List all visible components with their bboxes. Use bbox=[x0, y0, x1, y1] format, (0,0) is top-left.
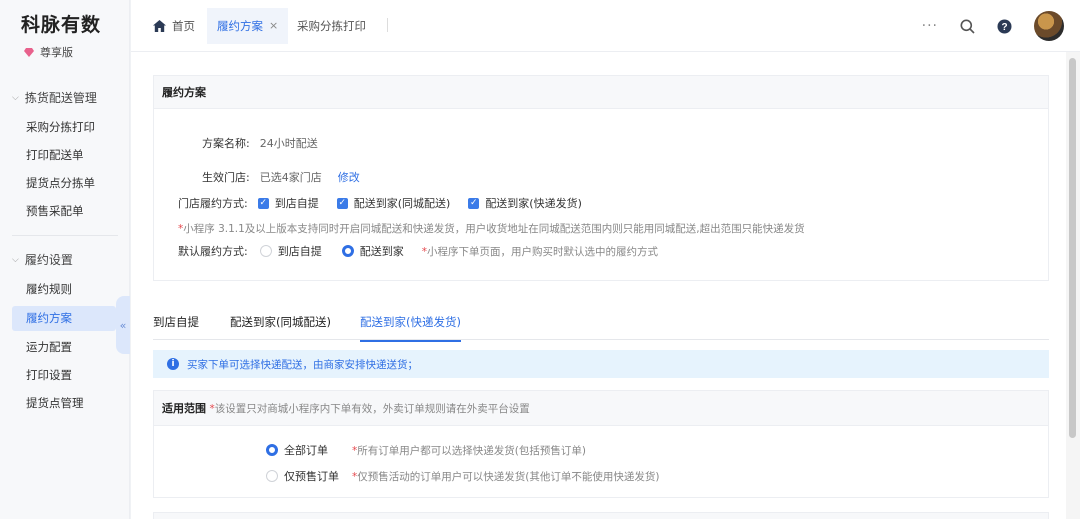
radio-unchecked-icon bbox=[259, 245, 272, 257]
scope-option-all: 全部订单 *所有订单用户都可以选择快递发货(包括预售订单) bbox=[266, 442, 586, 458]
checkbox-label: 配送到家(快递发货) bbox=[485, 197, 582, 210]
radio-unchecked-icon bbox=[266, 470, 278, 482]
default-method-label: 默认履约方式: bbox=[178, 245, 248, 258]
sidebar-item-print-delivery[interactable]: 打印配送单 bbox=[12, 143, 116, 168]
svg-text:?: ? bbox=[1001, 22, 1007, 33]
help-icon[interactable]: ? bbox=[997, 19, 1012, 34]
nav-divider bbox=[12, 235, 118, 236]
scope-title-note: *该设置只对商城小程序内下单有效，外卖订单规则请在外卖平台设置 bbox=[209, 403, 530, 415]
scrollbar[interactable] bbox=[1066, 52, 1080, 519]
scope-title: 适用范围 bbox=[162, 402, 206, 415]
default-method-row: 默认履约方式: 到店自提 配送到家 *小程序下单页面，用户购买时默认选中的履约方… bbox=[178, 243, 658, 259]
nav-group-label: 拣货配送管理 bbox=[24, 91, 97, 105]
checkbox-checked-icon: ✓ bbox=[336, 197, 348, 209]
plan-name-row: 方案名称: 24小时配送 bbox=[202, 135, 318, 151]
plan-card: 履约方案 方案名称: 24小时配送 生效门店: 已选4家门店 修改 门店履约方式… bbox=[153, 75, 1049, 281]
default-radio-pickup[interactable]: 到店自提 bbox=[259, 243, 322, 259]
plan-name-label: 方案名称: bbox=[202, 137, 250, 150]
scrollbar-thumb[interactable] bbox=[1069, 58, 1076, 438]
scope-card: 适用范围 *该设置只对商城小程序内下单有效，外卖订单规则请在外卖平台设置 全部订… bbox=[153, 390, 1049, 498]
topbar-actions: ··· ? bbox=[922, 11, 1064, 41]
method-checkbox-pickup[interactable]: ✓ 到店自提 bbox=[257, 195, 319, 211]
scope-option-note: *仅预售活动的订单用户可以快递发货(其他订单不能使用快递发货) bbox=[352, 470, 660, 483]
close-icon[interactable]: × bbox=[269, 8, 278, 44]
main-content: 履约方案 方案名称: 24小时配送 生效门店: 已选4家门店 修改 门店履约方式… bbox=[131, 52, 1066, 519]
edition-badge: 尊享版 bbox=[24, 44, 73, 60]
nav-group-label: 履约设置 bbox=[24, 253, 73, 267]
sidebar: 科脉有数 尊享版 ⌵ 拣货配送管理 采购分拣打印 打印配送单 提货点分拣单 预售… bbox=[0, 0, 130, 519]
info-text: 买家下单可选择快递配送，由商家安排快递送货； bbox=[187, 358, 418, 371]
sidebar-item-pickup-sort[interactable]: 提货点分拣单 bbox=[12, 171, 116, 196]
tab-label: 首页 bbox=[172, 19, 195, 33]
brand-name: 科脉有数 bbox=[21, 14, 102, 36]
scope-card-header: 适用范围 *该设置只对商城小程序内下单有效，外卖订单规则请在外卖平台设置 bbox=[154, 391, 1048, 426]
scope-option-presale: 仅预售订单 *仅预售活动的订单用户可以快递发货(其他订单不能使用快递发货) bbox=[266, 468, 659, 484]
radio-label: 到店自提 bbox=[277, 245, 322, 258]
nav-group-fulfillment[interactable]: ⌵ 履约设置 bbox=[12, 251, 73, 268]
diamond-icon bbox=[24, 47, 34, 57]
sidebar-item-pickup-points[interactable]: 提货点管理 bbox=[12, 391, 116, 416]
info-icon: i bbox=[167, 358, 179, 370]
tab-fulfillment-plan[interactable]: 履约方案 × bbox=[207, 8, 289, 44]
scope-option-note: *所有订单用户都可以选择快递发货(包括预售订单) bbox=[352, 444, 586, 457]
sidebar-item-purchase-sort-print[interactable]: 采购分拣打印 bbox=[12, 115, 116, 140]
methods-row: 门店履约方式: ✓ 到店自提 ✓ 配送到家(同城配送) ✓ 配送到家(快递发货) bbox=[178, 195, 600, 211]
sidebar-collapse-button[interactable]: « bbox=[116, 296, 130, 354]
avatar[interactable] bbox=[1034, 11, 1064, 41]
sidebar-item-print-settings[interactable]: 打印设置 bbox=[12, 363, 116, 388]
checkbox-label: 到店自提 bbox=[274, 197, 319, 210]
scope-radio-presale[interactable]: 仅预售订单 bbox=[266, 468, 352, 484]
default-method-note: *小程序下单页面，用户购买时默认选中的履约方式 bbox=[421, 245, 658, 258]
method-checkbox-express[interactable]: ✓ 配送到家(快递发货) bbox=[468, 195, 582, 211]
methods-label: 门店履约方式: bbox=[178, 197, 248, 210]
edition-label: 尊享版 bbox=[40, 46, 73, 59]
chevron-down-icon: ⌵ bbox=[12, 92, 19, 103]
stores-row: 生效门店: 已选4家门店 修改 bbox=[202, 169, 360, 185]
sidebar-item-capacity[interactable]: 运力配置 bbox=[12, 335, 116, 360]
nav-group-picking[interactable]: ⌵ 拣货配送管理 bbox=[12, 89, 97, 106]
tab-label: 履约方案 bbox=[217, 19, 263, 33]
plan-name-value: 24小时配送 bbox=[259, 137, 318, 150]
more-icon[interactable]: ··· bbox=[922, 18, 938, 34]
tab-purchase-sort-print[interactable]: 采购分拣打印 bbox=[297, 8, 366, 44]
sidebar-item-presale-purchase[interactable]: 预售采配单 bbox=[12, 199, 116, 224]
delivery-subtabs: 到店自提 配送到家(同城配送) 配送到家(快递发货) bbox=[153, 308, 1049, 342]
stores-label: 生效门店: bbox=[202, 171, 250, 184]
scope-radio-all[interactable]: 全部订单 bbox=[266, 442, 352, 458]
topbar: 首页 履约方案 × 采购分拣打印 ··· ? bbox=[131, 0, 1080, 52]
radio-label: 全部订单 bbox=[284, 444, 328, 457]
stores-value: 已选4家门店 bbox=[259, 171, 322, 184]
method-checkbox-city-delivery[interactable]: ✓ 配送到家(同城配送) bbox=[336, 195, 451, 211]
edit-stores-link[interactable]: 修改 bbox=[338, 169, 360, 185]
chevron-down-icon: ⌵ bbox=[12, 254, 19, 265]
search-icon[interactable] bbox=[960, 19, 975, 34]
subtab-express[interactable]: 配送到家(快递发货) bbox=[360, 314, 461, 342]
subtab-pickup[interactable]: 到店自提 bbox=[153, 314, 199, 340]
tab-separator bbox=[387, 18, 388, 32]
methods-note: * 小程序 3.1.1及以上版本支持同时开启同城配送和快递发货，用户收货地址在同城… bbox=[178, 222, 805, 236]
radio-checked-icon bbox=[266, 444, 278, 456]
plan-card-title: 履约方案 bbox=[154, 76, 1048, 109]
radio-checked-icon bbox=[341, 245, 354, 257]
tab-label: 采购分拣打印 bbox=[297, 19, 366, 33]
checkbox-checked-icon: ✓ bbox=[468, 197, 480, 209]
default-radio-delivery[interactable]: 配送到家 bbox=[341, 243, 404, 259]
checkbox-checked-icon: ✓ bbox=[257, 197, 269, 209]
next-card-edge bbox=[153, 512, 1049, 519]
sidebar-item-fulfillment-rules[interactable]: 履约规则 bbox=[12, 277, 116, 302]
tab-home[interactable]: 首页 bbox=[153, 8, 195, 44]
info-banner: i 买家下单可选择快递配送，由商家安排快递送货； bbox=[153, 350, 1049, 378]
checkbox-label: 配送到家(同城配送) bbox=[353, 197, 451, 210]
sidebar-item-fulfillment-plan[interactable]: 履约方案 bbox=[12, 306, 116, 331]
subtab-city-delivery[interactable]: 配送到家(同城配送) bbox=[230, 314, 331, 340]
home-icon bbox=[153, 20, 166, 32]
radio-label: 仅预售订单 bbox=[284, 470, 339, 483]
radio-label: 配送到家 bbox=[359, 245, 404, 258]
